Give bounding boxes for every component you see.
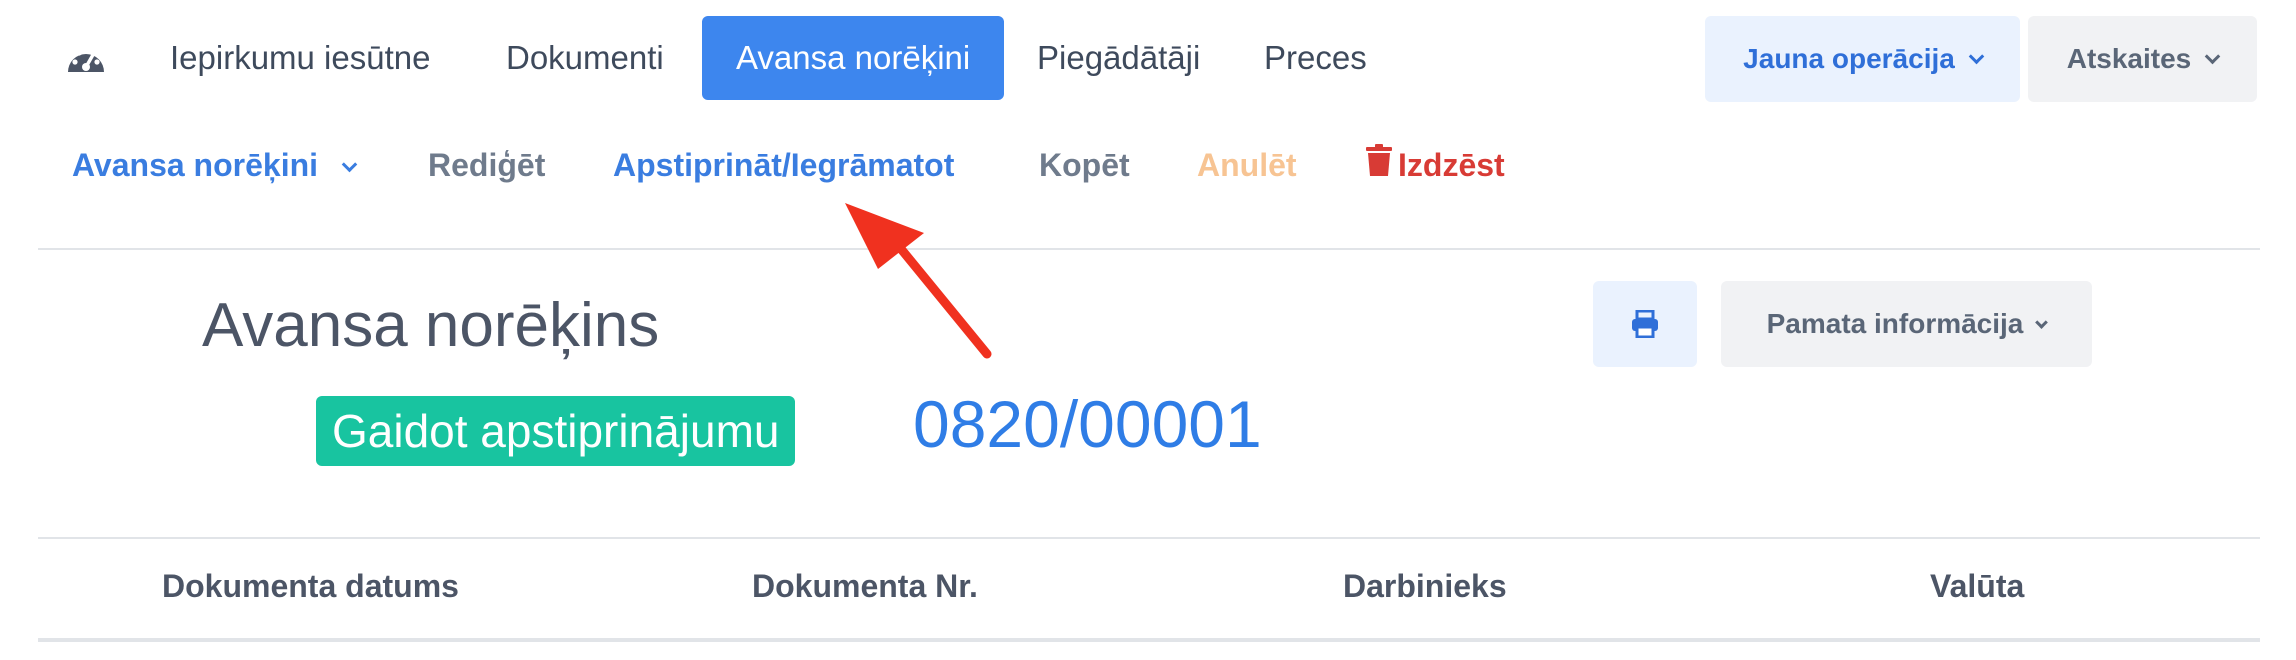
- column-header-document-date[interactable]: Dokumenta datums: [162, 568, 459, 605]
- column-header-currency[interactable]: Valūta: [1930, 568, 2024, 605]
- divider: [38, 248, 2260, 250]
- delete-label: Izdzēst: [1398, 147, 1505, 183]
- table-header-underline: [38, 638, 2260, 642]
- trash-icon: [1366, 140, 1392, 190]
- new-operation-label: Jauna operācija: [1743, 43, 1955, 74]
- chevron-down-icon: [341, 156, 358, 173]
- reports-label: Atskaites: [2066, 43, 2192, 74]
- nav-item-documents[interactable]: Dokumenti: [506, 16, 664, 100]
- basic-info-dropdown[interactable]: Pamata informācija: [1721, 281, 2092, 367]
- chevron-down-icon: [2204, 48, 2221, 65]
- approve-button[interactable]: Apstiprināt/Iegrāmatot: [613, 140, 954, 190]
- copy-button[interactable]: Kopēt: [1039, 140, 1130, 190]
- nav-item-purchase-inbox[interactable]: Iepirkumu iesūtne: [170, 16, 430, 100]
- new-operation-button[interactable]: Jauna operācija: [1705, 16, 2020, 102]
- top-navigation: Iepirkumu iesūtne Dokumenti Avansa norēķ…: [0, 0, 2296, 120]
- chevron-down-icon: [1968, 48, 1985, 65]
- printer-icon: [1632, 310, 1658, 338]
- edit-button[interactable]: Rediģēt: [428, 140, 545, 190]
- nav-item-goods[interactable]: Preces: [1264, 16, 1367, 100]
- nav-item-advance-reports[interactable]: Avansa norēķini: [702, 16, 1005, 100]
- document-type-dropdown[interactable]: Avansa norēķini: [72, 140, 358, 190]
- divider: [38, 537, 2260, 539]
- document-type-label: Avansa norēķini: [72, 147, 319, 183]
- nav-item-suppliers[interactable]: Piegādātāji: [1037, 16, 1200, 100]
- print-button[interactable]: [1593, 281, 1697, 367]
- reports-button[interactable]: Atskaites: [2028, 16, 2257, 102]
- chevron-down-icon: [2035, 316, 2049, 329]
- cancel-button[interactable]: Anulēt: [1197, 140, 1297, 190]
- delete-button[interactable]: Izdzēst: [1366, 140, 1505, 190]
- column-header-document-number[interactable]: Dokumenta Nr.: [752, 568, 978, 605]
- column-header-employee[interactable]: Darbinieks: [1343, 568, 1507, 605]
- annotation-arrow-icon: [845, 203, 992, 359]
- speedometer-icon[interactable]: [64, 40, 108, 76]
- status-badge: Gaidot apstiprinājumu: [316, 396, 796, 466]
- document-number: 0820/00001: [913, 387, 1262, 461]
- page-title: Avansa norēķins: [202, 291, 660, 360]
- basic-info-label: Pamata informācija: [1766, 308, 2024, 339]
